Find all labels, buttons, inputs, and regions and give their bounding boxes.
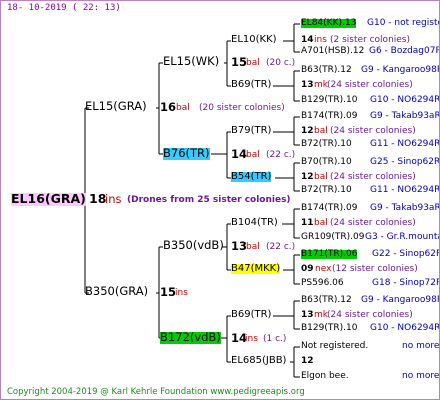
gen3-name[interactable]: EL10(KK)	[231, 35, 277, 45]
gen3-note: (24 sister colonies)	[330, 126, 416, 136]
gen2-d-name[interactable]: B172(vdB)	[160, 331, 221, 344]
gen3-note: (24 sister colonies)	[327, 80, 413, 90]
gen4-ref: G10 - NO6294R	[370, 323, 440, 333]
gen1-upper-name[interactable]: EL15(GRA)	[85, 100, 147, 113]
gen4-ref: no more	[402, 371, 440, 381]
gen4-ref: G9 - Kangaroo98R	[361, 65, 440, 75]
root-queen-number: 18	[89, 191, 107, 206]
gen3-name[interactable]: B69(TR)	[231, 310, 271, 320]
gen4-ref: no more	[402, 341, 440, 351]
gen3-unit: bal	[314, 218, 328, 228]
gen4-name[interactable]: B70(TR).10	[301, 158, 352, 167]
gen4-ref: G9 - Takab93aR	[370, 111, 440, 121]
gen3-name[interactable]: B104(TR)	[231, 218, 278, 228]
gen2-a-name[interactable]: EL15(WK)	[163, 55, 219, 68]
root-drone-note: (Drones from 25 sister colonies)	[127, 195, 291, 205]
gen4-name[interactable]: Elgon bee.	[301, 372, 349, 381]
gen2-b-number: 14	[231, 147, 248, 161]
gen3-number: 13	[301, 310, 314, 320]
gen4-name[interactable]: B72(TR).10	[301, 140, 352, 149]
gen3-unit: mk	[314, 80, 328, 90]
gen3-unit: mk	[314, 310, 328, 320]
gen3-name[interactable]: B79(TR)	[231, 126, 271, 136]
gen2-a-unit: bal	[246, 58, 260, 68]
gen4-ref: G10 - not registe	[367, 18, 440, 28]
gen3-number: 12	[301, 126, 314, 136]
gen4-ref: G11 - NO6294R	[370, 139, 440, 149]
gen2-b-name[interactable]: B76(TR)	[163, 147, 210, 160]
gen2-a-note: (20 c.)	[266, 58, 296, 68]
gen4-ref: G9 - Takab93aR	[370, 203, 440, 213]
gen4-name[interactable]: B129(TR).10	[301, 324, 357, 333]
gen3-number: 12	[301, 172, 314, 182]
gen3-name[interactable]: EL685(JBB)	[231, 356, 286, 366]
gen4-name[interactable]: B171(TR).06	[301, 250, 358, 259]
gen3-number: 09	[301, 264, 314, 274]
gen4-ref: G9 - Kangaroo98R	[361, 295, 440, 305]
gen4-name[interactable]: B129(TR).10	[301, 96, 357, 105]
gen4-name[interactable]: B63(TR).12	[301, 296, 352, 305]
gen2-c-number: 13	[231, 239, 248, 253]
gen4-ref: G11 - NO6294R	[370, 185, 440, 195]
gen4-name[interactable]: A701(HSB).12	[301, 47, 364, 56]
gen3-number: 13	[301, 80, 314, 90]
gen2-a-number: 15	[231, 55, 248, 69]
gen4-name[interactable]: Not registered.	[301, 342, 368, 351]
gen4-name[interactable]: GR109(TR).09	[301, 233, 365, 242]
gen3-unit: nex	[315, 264, 332, 274]
gen2-c-note: (22 c.)	[266, 242, 296, 252]
gen2-d-unit: ins	[245, 334, 258, 344]
gen2-b-unit: bal	[246, 150, 260, 160]
gen3-name[interactable]: B54(TR)	[231, 172, 272, 182]
gen3-number: 14	[301, 35, 314, 45]
gen3-name[interactable]: B69(TR)	[231, 80, 271, 90]
gen3-unit: ins	[314, 35, 327, 45]
gen2-d-note: (1 c.)	[263, 334, 287, 344]
gen3-unit: bal	[314, 126, 328, 136]
gen4-ref: G10 - NO6294R	[370, 95, 440, 105]
gen1-lower-name[interactable]: B350(GRA)	[85, 285, 148, 298]
gen1-lower-number: 15	[160, 285, 177, 299]
gen2-c-name[interactable]: B350(vdB)	[163, 239, 224, 252]
pedigree-chart: 18- 10-2019 ( 22: 13) EL16(GRA) 18 ins (…	[0, 0, 440, 400]
gen3-note: (24 sister colonies)	[327, 310, 413, 320]
gen4-name[interactable]: B63(TR).12	[301, 66, 352, 75]
gen3-name[interactable]: B47(MKK)	[231, 264, 281, 274]
gen1-lower-unit: ins	[175, 288, 188, 298]
gen4-ref: G3 - Gr.R.mounta	[365, 232, 440, 242]
report-date: 18- 10-2019 ( 22: 13)	[7, 3, 121, 13]
gen3-note: (24 sister colonies)	[330, 172, 416, 182]
gen4-ref: G25 - Sinop62R	[370, 157, 440, 167]
gen4-name[interactable]: PS596.06	[301, 279, 344, 288]
gen4-ref: G22 - Sinop62R	[372, 249, 440, 259]
gen4-ref: G6 - Bozdag07R	[369, 46, 440, 56]
copyright-footer: Copyright 2004-2019 @ Karl Kehrle Founda…	[7, 387, 305, 397]
gen4-ref: G18 - Sinop72R	[372, 278, 440, 288]
gen1-upper-unit: bal	[176, 103, 190, 113]
gen4-name[interactable]: EL84(KK).13	[301, 19, 357, 28]
gen4-name[interactable]: B174(TR).09	[301, 112, 357, 121]
gen1-upper-number: 16	[160, 100, 177, 114]
gen3-number: 11	[301, 218, 314, 228]
gen4-name[interactable]: B72(TR).10	[301, 186, 352, 195]
gen4-name[interactable]: B174(TR).09	[301, 204, 357, 213]
gen3-note: (2 sister colonies)	[330, 35, 411, 45]
gen2-c-unit: bal	[246, 242, 260, 252]
root-queen-unit: ins	[105, 192, 122, 206]
gen3-note: (24 sister colonies)	[330, 218, 416, 228]
root-queen-name[interactable]: EL16(GRA)	[11, 192, 86, 206]
gen1-upper-note: (20 sister colonies)	[199, 103, 285, 113]
gen3-note: (12 sister colonies)	[332, 264, 418, 274]
gen3-number: 12	[301, 356, 314, 366]
gen2-b-note: (22 c.)	[266, 150, 296, 160]
gen3-unit: bal	[314, 172, 328, 182]
